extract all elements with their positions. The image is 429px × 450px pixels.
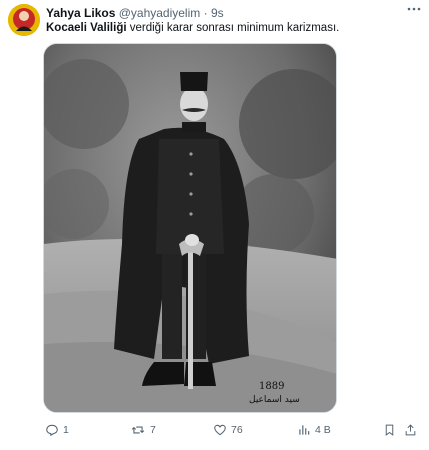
reply-button[interactable]: 1: [45, 420, 69, 440]
views-button[interactable]: 4 B: [297, 420, 331, 440]
photo-image: 1889 سید اسماعیل: [44, 44, 336, 412]
share-icon: [404, 423, 417, 437]
retweet-count: 7: [150, 424, 156, 436]
like-button[interactable]: 76: [213, 420, 243, 440]
bookmark-icon: [383, 423, 396, 437]
tweet-text: Kocaeli Valiliği verdiği karar sonrası m…: [46, 22, 339, 34]
more-options-button[interactable]: [404, 2, 424, 20]
like-count: 76: [231, 424, 243, 436]
views-count: 4 B: [315, 424, 331, 436]
reply-icon: [45, 423, 59, 437]
bookmark-button[interactable]: [383, 420, 396, 440]
more-dots-icon: [406, 3, 422, 19]
reply-count: 1: [63, 424, 69, 436]
action-bar: 1 7 76 4 B: [0, 420, 429, 442]
tweet-photo[interactable]: 1889 سید اسماعیل: [43, 43, 337, 413]
retweet-icon: [130, 423, 146, 437]
tweet[interactable]: Yahya Likos @yahyadiyelim · 9s Kocaeli V…: [0, 0, 429, 450]
avatar[interactable]: [8, 4, 40, 36]
separator-dot: ·: [203, 6, 208, 20]
tweet-text-highlight: Kocaeli Valiliği: [46, 22, 127, 34]
tweet-text-body: verdiği karar sonrası minimum karizması.: [126, 22, 340, 34]
photo-caption-year: 1889: [259, 381, 284, 392]
views-icon: [297, 423, 311, 437]
share-button[interactable]: [404, 420, 417, 440]
display-name[interactable]: Yahya Likos: [46, 6, 115, 20]
user-handle[interactable]: @yahyadiyelim: [119, 6, 201, 20]
tweet-header: Yahya Likos @yahyadiyelim · 9s: [46, 6, 224, 20]
heart-icon: [213, 423, 227, 437]
retweet-button[interactable]: 7: [130, 420, 156, 440]
photo-caption-script: سید اسماعیل: [249, 395, 300, 405]
timestamp[interactable]: 9s: [211, 6, 224, 20]
